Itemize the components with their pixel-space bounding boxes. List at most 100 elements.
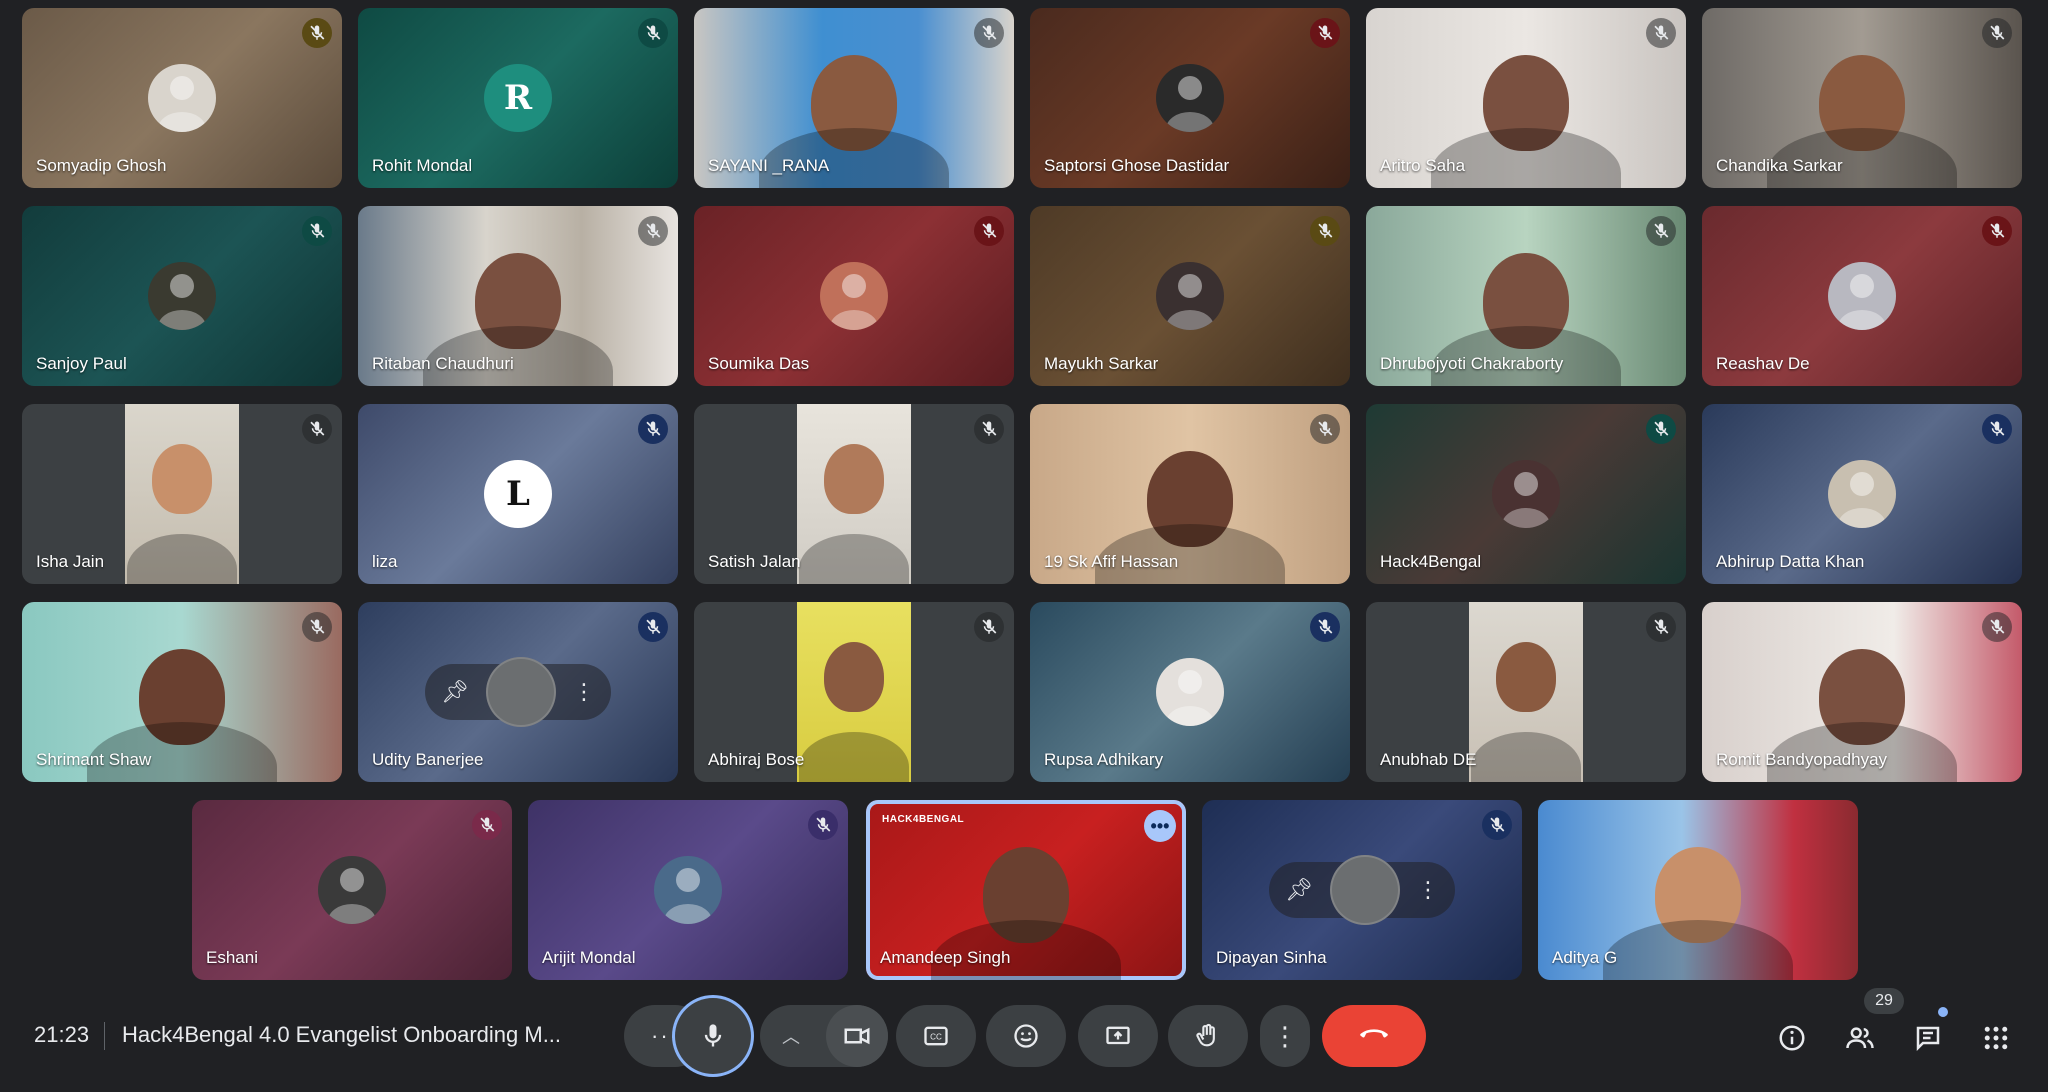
participant-tile-aditya-g[interactable]: Aditya G	[1538, 800, 1858, 980]
participant-name: Sanjoy Paul	[36, 354, 127, 373]
participant-name: Abhirup Datta Khan	[1716, 552, 1865, 571]
muted-mic-icon	[974, 216, 1004, 246]
participant-tile-19-sk-afif-hassan[interactable]: 19 Sk Afif Hassan	[1030, 404, 1350, 584]
participant-name: Chandika Sarkar	[1716, 156, 1843, 175]
participant-video	[797, 602, 911, 782]
participant-tile-rohit-mondal[interactable]: R Rohit Mondal	[358, 8, 678, 188]
emoji-icon	[1014, 1024, 1038, 1048]
participant-tile-mayukh-sarkar[interactable]: Mayukh Sarkar	[1030, 206, 1350, 386]
tile-hover-controls: 📌︎ ⋮	[425, 657, 611, 727]
avatar-initial: R	[503, 78, 533, 118]
participant-tile-shrimant-shaw[interactable]: Shrimant Shaw	[22, 602, 342, 782]
captions-button[interactable]: CC	[896, 1005, 976, 1067]
participant-name: Somyadip Ghosh	[36, 156, 167, 175]
participant-tile-somyadip-ghosh[interactable]: Somyadip Ghosh	[22, 8, 342, 188]
muted-mic-icon	[1982, 612, 2012, 642]
muted-mic-icon	[302, 216, 332, 246]
avatar	[1156, 658, 1224, 726]
meeting-title: Hack4Bengal 4.0 Evangelist Onboarding M.…	[122, 1022, 562, 1047]
camera-group: ︿	[760, 1005, 888, 1067]
more-vertical-icon[interactable]: ⋮	[1417, 877, 1439, 903]
muted-mic-icon	[1982, 414, 2012, 444]
participant-tile-liza[interactable]: Lliza	[358, 404, 678, 584]
participant-name: Mayukh Sarkar	[1044, 354, 1159, 373]
participant-tile-saptorsi-ghose-dastidar[interactable]: Saptorsi Ghose Dastidar	[1030, 8, 1350, 188]
participant-tile-satish-jalan[interactable]: Satish Jalan	[694, 404, 1014, 584]
apps-grid-icon	[1984, 1026, 2008, 1050]
people-button[interactable]	[1838, 1016, 1882, 1060]
muted-mic-icon	[638, 414, 668, 444]
participant-name: Aditya G	[1552, 948, 1618, 967]
camera-button[interactable]	[826, 1005, 888, 1067]
info-icon	[1779, 1025, 1805, 1051]
participant-tile-sanjoy-paul[interactable]: Sanjoy Paul	[22, 206, 342, 386]
participant-tile-romit-bandyopadhyay[interactable]: Romit Bandyopadhyay	[1702, 602, 2022, 782]
meeting-info-button[interactable]	[1770, 1016, 1814, 1060]
present-screen-icon	[1106, 1026, 1130, 1045]
muted-mic-icon	[1310, 612, 1340, 642]
participant-name: Shrimant Shaw	[36, 750, 152, 769]
tile-more-options-icon[interactable]: •••	[1144, 810, 1176, 842]
participant-tile-isha-jain[interactable]: Isha Jain	[22, 404, 342, 584]
muted-mic-icon	[974, 18, 1004, 48]
present-button[interactable]	[1078, 1005, 1158, 1067]
avatar	[1156, 262, 1224, 330]
participant-name: Abhiraj Bose	[708, 750, 805, 769]
participant-count-badge: 29	[1864, 988, 1904, 1014]
participant-name: 19 Sk Afif Hassan	[1044, 552, 1179, 571]
avatar	[148, 64, 216, 132]
muted-mic-icon	[1982, 18, 2012, 48]
muted-mic-icon	[1646, 414, 1676, 444]
avatar	[1492, 460, 1560, 528]
participant-tile-rupsa-adhikary[interactable]: Rupsa Adhikary	[1030, 602, 1350, 782]
participant-tile-anubhab-de[interactable]: Anubhab DE	[1366, 602, 1686, 782]
participant-tile-udity-banerjee[interactable]: 📌︎ ⋮ Udity Banerjee	[358, 602, 678, 782]
more-vertical-icon[interactable]: ⋮	[573, 679, 595, 705]
participant-video	[125, 404, 239, 584]
participant-tile-dhrubojyoti-chakraborty[interactable]: Dhrubojyoti Chakraborty	[1366, 206, 1686, 386]
muted-mic-icon	[808, 810, 838, 840]
participant-tile-abhirup-datta-khan[interactable]: Abhirup Datta Khan	[1702, 404, 2022, 584]
participant-tile-eshani[interactable]: Eshani	[192, 800, 512, 980]
microphone-icon	[704, 1024, 722, 1047]
participant-name: Romit Bandyopadhyay	[1716, 750, 1888, 769]
participant-tile-chandika-sarkar[interactable]: Chandika Sarkar	[1702, 8, 2022, 188]
raise-hand-button[interactable]	[1168, 1005, 1248, 1067]
avatar	[318, 856, 386, 924]
pin-icon[interactable]: 📌︎	[441, 679, 469, 705]
participant-tile-dipayan-sinha[interactable]: 📌︎ ⋮ Dipayan Sinha	[1202, 800, 1522, 980]
participant-tile-abhiraj-bose[interactable]: Abhiraj Bose	[694, 602, 1014, 782]
emoji-reaction-button[interactable]	[986, 1005, 1066, 1067]
chat-icon	[1916, 1026, 1940, 1052]
participant-tile-reashav-de[interactable]: Reashav De	[1702, 206, 2022, 386]
avatar: R	[484, 64, 552, 132]
video-camera-icon	[844, 1027, 870, 1045]
participant-name: liza	[372, 552, 398, 571]
microphone-button[interactable]	[675, 998, 751, 1074]
participant-tile-soumika-das[interactable]: Soumika Das	[694, 206, 1014, 386]
participant-tile-arijit-mondal[interactable]: Arijit Mondal	[528, 800, 848, 980]
participant-video	[1469, 602, 1583, 782]
people-icon	[1846, 1027, 1874, 1049]
participant-tile-amandeep-singh[interactable]: HACK4BENGAL ••• Amandeep Singh	[866, 800, 1186, 980]
participant-name: Hack4Bengal	[1380, 552, 1482, 571]
participant-tile-sayani-rana[interactable]: SAYANI _RANA	[694, 8, 1014, 188]
participant-tile-ritaban-chaudhuri[interactable]: Ritaban Chaudhuri	[358, 206, 678, 386]
leave-call-button[interactable]	[1322, 1005, 1426, 1067]
muted-mic-icon	[472, 810, 502, 840]
participant-name: Udity Banerjee	[372, 750, 484, 769]
chevron-up-icon[interactable]: ︿	[782, 1023, 800, 1049]
muted-mic-icon	[1310, 414, 1340, 444]
more-options-button[interactable]: ⋮	[1260, 1005, 1310, 1067]
avatar: L	[484, 460, 552, 528]
pin-icon[interactable]: 📌︎	[1285, 877, 1313, 903]
muted-mic-icon	[1310, 18, 1340, 48]
participant-tile-aritro-saha[interactable]: Aritro Saha	[1366, 8, 1686, 188]
muted-mic-icon	[1646, 612, 1676, 642]
meeting-clock: 21:23	[34, 1022, 90, 1047]
chat-button[interactable]	[1906, 1016, 1950, 1060]
activities-button[interactable]	[1974, 1016, 2018, 1060]
muted-mic-icon	[302, 414, 332, 444]
participant-name: SAYANI _RANA	[708, 156, 830, 175]
participant-tile-hack4bengal[interactable]: Hack4Bengal	[1366, 404, 1686, 584]
